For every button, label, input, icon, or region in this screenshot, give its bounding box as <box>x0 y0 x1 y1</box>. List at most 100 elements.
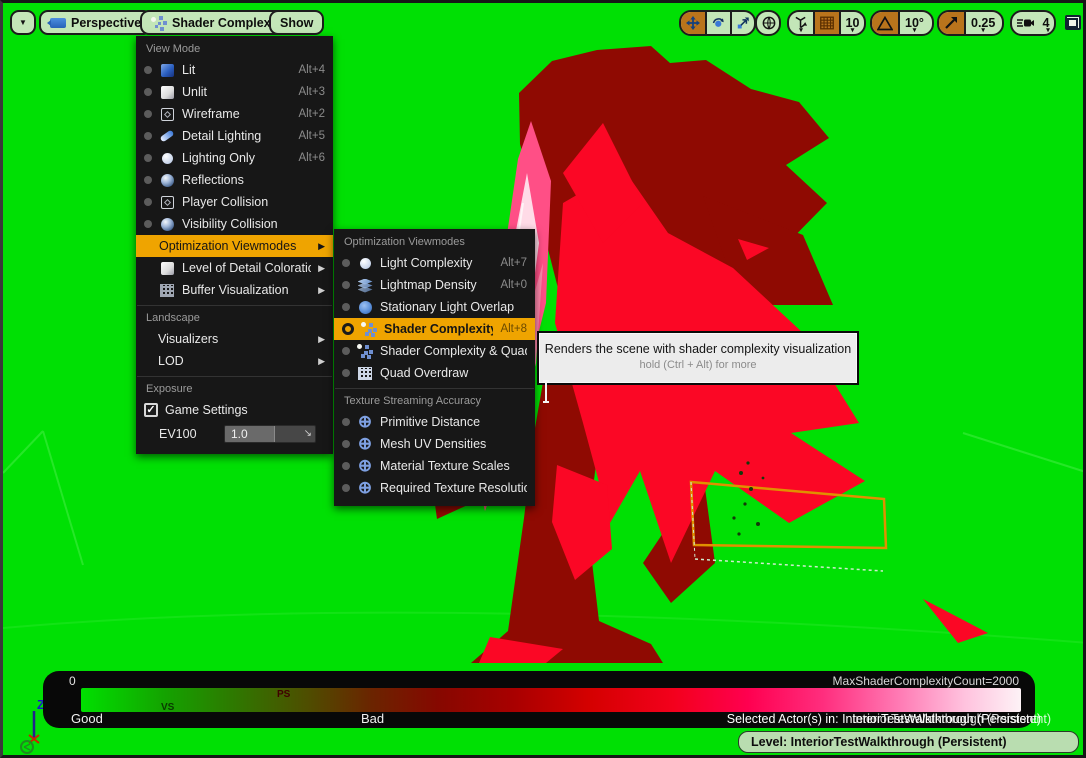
perspective-label: Perspective <box>71 16 141 30</box>
bulb-icon <box>159 150 175 166</box>
camera-speed-button[interactable] <box>1012 12 1036 34</box>
texture-streaming-accuracy-header: Texture Streaming Accuracy <box>334 392 535 411</box>
legend-vs-marker: VS <box>161 702 174 713</box>
sparkle-dots-icon <box>361 321 377 337</box>
radio-icon <box>144 154 152 162</box>
menu-item-light-complexity[interactable]: Light Complexity Alt+7 <box>334 252 535 274</box>
sphere-icon <box>159 216 175 232</box>
ev100-spinbox[interactable]: 1.0 ↘ <box>224 425 316 443</box>
wireframe-cube-icon <box>159 194 175 210</box>
camera-speed-value-button[interactable]: 4 ▾ <box>1036 12 1056 34</box>
radio-icon <box>342 462 350 470</box>
radio-icon <box>342 259 350 267</box>
drag-handle-icon[interactable]: ↘ <box>304 428 312 439</box>
blue-sphere-icon <box>357 299 373 315</box>
show-button[interactable]: Show <box>269 10 324 35</box>
exposure-header: Exposure <box>136 380 333 399</box>
scale-tool-button[interactable] <box>730 12 755 34</box>
maximize-viewport-button[interactable] <box>1065 15 1081 30</box>
legend-min-value: 0 <box>69 674 76 688</box>
menu-item-lod-coloration[interactable]: Level of Detail Coloration ▶ <box>136 257 333 279</box>
radio-icon <box>342 369 350 377</box>
rotation-snap-group: 10° ▾ <box>870 10 934 36</box>
rotation-snap-toggle[interactable] <box>872 12 898 34</box>
menu-item-visualizers[interactable]: Visualizers ▶ <box>136 328 333 350</box>
viewport-frame: ▼ Perspective Shader Complexity Show ▾ <box>0 0 1086 758</box>
radio-icon <box>342 281 350 289</box>
layers-icon <box>357 277 373 293</box>
radio-icon <box>144 66 152 74</box>
grid-icon <box>820 16 834 30</box>
menu-item-unlit[interactable]: Unlit Alt+3 <box>136 81 333 103</box>
menu-item-reflections[interactable]: Reflections <box>136 169 333 191</box>
menu-item-material-texture-scales[interactable]: ⊕ Material Texture Scales <box>334 455 535 477</box>
radio-icon <box>342 347 350 355</box>
angle-snap-icon <box>877 16 893 31</box>
sphere-icon <box>159 172 175 188</box>
menu-item-game-settings[interactable]: ✓ Game Settings <box>136 399 333 421</box>
world-local-toggle[interactable] <box>755 10 781 36</box>
viewport-options-button[interactable]: ▼ <box>10 10 36 35</box>
chevron-down-icon: ▾ <box>981 27 985 34</box>
level-badge[interactable]: Level: InteriorTestWalkthrough (Persiste… <box>738 731 1079 753</box>
unlit-cube-icon <box>159 84 175 100</box>
ev100-value: 1.0 <box>225 427 248 441</box>
grid-snap-toggle[interactable] <box>813 12 839 34</box>
radio-icon <box>144 110 152 118</box>
menu-item-shader-complexity[interactable]: Shader Complexity Alt+8 <box>334 318 535 340</box>
camera-speed-icon <box>1017 17 1034 29</box>
radio-icon <box>342 303 350 311</box>
radio-icon <box>342 418 350 426</box>
menu-item-ev100: EV100 1.0 ↘ <box>136 421 333 447</box>
menu-item-lightmap-density[interactable]: Lightmap Density Alt+0 <box>334 274 535 296</box>
surface-snap-button[interactable]: ▾ <box>789 12 813 34</box>
transform-tools-group <box>679 10 756 36</box>
menu-item-optimization-viewmodes[interactable]: Optimization Viewmodes ▶ <box>136 235 333 257</box>
menu-item-lit[interactable]: Lit Alt+4 <box>136 59 333 81</box>
translate-tool-button[interactable] <box>681 12 705 34</box>
streaming-accuracy-icon: ⊕ <box>357 480 373 496</box>
scale-snap-icon <box>944 16 959 30</box>
menu-item-lod[interactable]: LOD ▶ <box>136 350 333 372</box>
submenu-arrow-icon: ▶ <box>318 241 325 252</box>
menu-item-quad-overdraw[interactable]: Quad Overdraw <box>334 362 535 384</box>
menu-item-required-texture-resolution[interactable]: ⊕ Required Texture Resolution <box>334 477 535 499</box>
menu-item-player-collision[interactable]: Player Collision <box>136 191 333 213</box>
view-mode-menu: View Mode Lit Alt+4 Unlit Alt+3 Wirefram… <box>136 36 333 454</box>
radio-selected-icon <box>342 323 354 335</box>
radio-icon <box>144 220 152 228</box>
menu-item-mesh-uv-densities[interactable]: ⊕ Mesh UV Densities <box>334 433 535 455</box>
grid-snap-value-button[interactable]: 10 ▾ <box>839 12 864 34</box>
menu-item-detail-lighting[interactable]: Detail Lighting Alt+5 <box>136 125 333 147</box>
radio-icon <box>144 198 152 206</box>
sparkle-dots-icon <box>357 343 373 359</box>
menu-item-shader-complexity-quads[interactable]: Shader Complexity & Quads <box>334 340 535 362</box>
menu-separator <box>137 305 332 306</box>
menu-item-buffer-visualization[interactable]: Buffer Visualization ▶ <box>136 279 333 301</box>
menu-item-lighting-only[interactable]: Lighting Only Alt+6 <box>136 147 333 169</box>
radio-icon <box>144 132 152 140</box>
radio-icon <box>144 176 152 184</box>
ibeam-cursor <box>545 380 547 403</box>
perspective-button[interactable]: Perspective <box>39 10 152 35</box>
chevron-down-icon: ▼ <box>19 19 27 27</box>
menu-item-wireframe[interactable]: Wireframe Alt+2 <box>136 103 333 125</box>
chevron-down-icon: ▾ <box>851 27 855 34</box>
legend-ps-marker: PS <box>277 689 290 700</box>
menu-item-primitive-distance[interactable]: ⊕ Primitive Distance <box>334 411 535 433</box>
menu-item-visibility-collision[interactable]: Visibility Collision <box>136 213 333 235</box>
menu-item-stationary-light-overlap[interactable]: Stationary Light Overlap <box>334 296 535 318</box>
rotation-snap-value-button[interactable]: 10° ▾ <box>898 12 929 34</box>
selected-actors-overlap-text: InteriorTestWalkthrough (Persistent) <box>852 712 1051 726</box>
camera-perspective-icon <box>50 18 66 28</box>
scale-snap-value-button[interactable]: 0.25 ▾ <box>964 12 1000 34</box>
radio-icon <box>144 88 152 96</box>
optimization-viewmodes-submenu: Optimization Viewmodes Light Complexity … <box>334 229 535 506</box>
submenu-arrow-icon: ▶ <box>318 285 325 296</box>
scale-snap-toggle[interactable] <box>939 12 964 34</box>
checkbox-checked-icon[interactable]: ✓ <box>144 403 158 417</box>
wireframe-cube-icon <box>159 106 175 122</box>
optimization-submenu-header: Optimization Viewmodes <box>334 233 535 252</box>
rotate-tool-button[interactable] <box>705 12 730 34</box>
tooltip: Renders the scene with shader complexity… <box>539 333 857 383</box>
